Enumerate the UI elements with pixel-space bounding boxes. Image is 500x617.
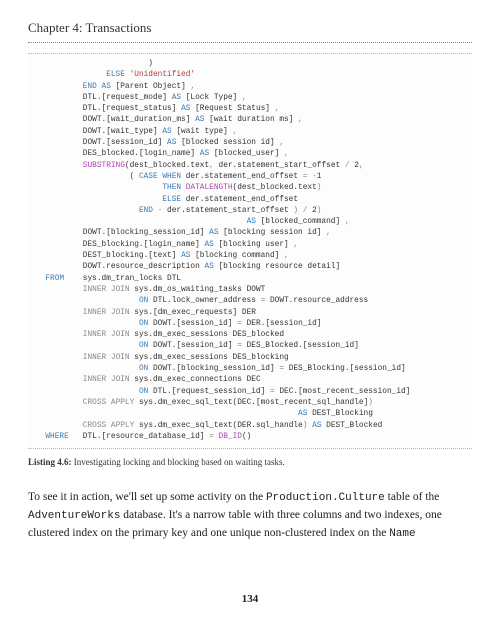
code-line: INNER JOIN sys.dm_exec_sessions DES_bloc…: [36, 331, 284, 339]
chapter-header: Chapter 4: Transactions: [28, 20, 472, 43]
code-line: ON DTL.lock_owner_address = DOWT.resourc…: [36, 297, 368, 305]
code-line: ON DOWT.[session_id] = DER.[session_id]: [36, 320, 321, 328]
code-line: DEST_blocking.[text] AS [blocking comman…: [36, 252, 289, 260]
code-line: DOWT.[wait_type] AS [wait type] ,: [36, 128, 237, 136]
code-line: END - der.statement_start_offset ) / 2): [36, 207, 321, 215]
code-line: DOWT.[session_id] AS [blocked session id…: [36, 139, 284, 147]
code-line: DES_blocked.[login_name] AS [blocked_use…: [36, 150, 289, 158]
page-number: 134: [0, 593, 500, 605]
code-line: ELSE der.statement_end_offset: [36, 196, 298, 204]
code-line: ON DTL.[request_session_id] = DEC.[most_…: [36, 388, 410, 396]
code-line: CROSS APPLY sys.dm_exec_sql_text(DEC.[mo…: [36, 399, 373, 407]
listing-caption: Listing 4.6: Investigating locking and b…: [28, 457, 472, 467]
code-line: ON DOWT.[session_id] = DES_Blocked.[sess…: [36, 342, 359, 350]
code-line: SUBSTRING(dest_blocked.text, der.stateme…: [36, 162, 364, 170]
code-line: DTL.[request_status] AS [Request Status]…: [36, 105, 279, 113]
code-line: ): [36, 60, 153, 68]
code-line: INNER JOIN sys.dm_exec_sessions DES_bloc…: [36, 354, 289, 362]
code-line: END AS [Parent Object] ,: [36, 83, 195, 91]
code-block: ) ELSE 'Unidentified' END AS [Parent Obj…: [28, 53, 472, 449]
code-line: ON DOWT.[blocking_session_id] = DES_Bloc…: [36, 365, 406, 373]
code-line: THEN DATALENGTH(dest_blocked.text): [36, 184, 321, 192]
code-line: WHERE DTL.[resource_database_id] = DB_ID…: [36, 433, 251, 441]
code-line: INNER JOIN sys.dm_exec_connections DEC: [36, 376, 261, 384]
code-line: DOWT.[blocking_session_id] AS [blocking …: [36, 229, 331, 237]
code-line: INNER JOIN sys.[dm_exec_requests] DER: [36, 309, 256, 317]
code-line: DOWT.[wait_duration_ms] AS [wait duratio…: [36, 116, 303, 124]
code-line: ( CASE WHEN der.statement_end_offset = -…: [36, 173, 321, 181]
code-line: INNER JOIN sys.dm_os_waiting_tasks DOWT: [36, 286, 265, 294]
code-line: AS DEST_Blocking: [36, 410, 373, 418]
code-line: DTL.[request_mode] AS [Lock Type] ,: [36, 94, 247, 102]
code-line: ELSE 'Unidentified': [36, 71, 195, 79]
code-line: CROSS APPLY sys.dm_exec_sql_text(DER.sql…: [36, 422, 382, 430]
code-line: AS [blocked_command] ,: [36, 218, 350, 226]
code-line: DOWT.resource_description AS [blocking r…: [36, 263, 340, 271]
body-paragraph: To see it in action, we'll set up some a…: [28, 489, 472, 543]
code-line: DES_blocking.[login_name] AS [blocking u…: [36, 241, 298, 249]
code-line: FROM sys.dm_tran_locks DTL: [36, 275, 181, 283]
